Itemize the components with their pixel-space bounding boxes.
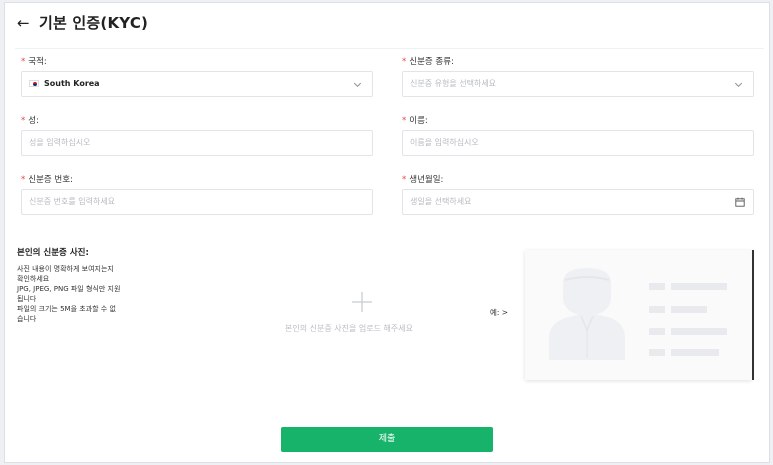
birth-date-picker[interactable]: 생일을 선택하세요 <box>402 189 754 215</box>
description-line: 사진 내용이 명확하게 보여지는지 <box>17 265 114 273</box>
first-name-placeholder: 이름을 입력하십시오 <box>410 138 479 147</box>
id-type-label: * 신분증 종류: <box>402 57 454 67</box>
id-type-placeholder: 신분증 유형을 선택하세요 <box>410 79 497 88</box>
id-type-select[interactable]: 신분증 유형을 선택하세요 <box>402 71 754 97</box>
plus-icon[interactable] <box>350 290 374 314</box>
arrow-left-icon[interactable]: ← <box>17 13 33 33</box>
id-number-label: * 신분증 번호: <box>21 175 73 185</box>
page-title: 기본 인증(KYC) <box>39 14 149 32</box>
description-line: JPG, JPEG, PNG 파일 형식만 지원 <box>17 285 121 293</box>
id-number-placeholder: 신분증 번호를 입력하세요 <box>29 197 116 206</box>
id-photo-description: 사진 내용이 명확하게 보여지는지 확인하세요 JPG, JPEG, PNG 파… <box>17 264 135 324</box>
example-label: 예: > <box>490 308 509 317</box>
chevron-down-icon <box>734 82 743 88</box>
description-line: 확인하세요 <box>17 275 50 283</box>
description-line: 파일의 크기는 5M을 초과할 수 없 <box>17 305 116 313</box>
id-photo-title: 본인의 신분증 사진: <box>17 248 89 258</box>
scrollbar[interactable] <box>752 250 754 380</box>
birth-date-label: * 생년월일: <box>402 175 444 185</box>
page-header: ← 기본 인증(KYC) <box>5 3 769 47</box>
birth-date-placeholder: 생일을 선택하세요 <box>410 197 472 206</box>
id-number-input[interactable]: 신분증 번호를 입력하세요 <box>21 189 373 215</box>
calendar-icon[interactable] <box>735 197 745 207</box>
nationality-value: South Korea <box>44 79 100 88</box>
submit-button[interactable]: 제출 <box>281 427 493 452</box>
last-name-input[interactable]: 성을 입력하십시오 <box>21 130 373 156</box>
first-name-input[interactable]: 이름을 입력하십시오 <box>402 130 754 156</box>
id-card-text-lines <box>649 283 727 356</box>
description-line: 습니다 <box>17 315 37 323</box>
upload-hint[interactable]: 본인의 신분증 사진을 업로드 해주세요 <box>285 323 413 334</box>
chevron-down-icon <box>353 82 362 88</box>
description-line: 됩니다 <box>17 295 37 303</box>
last-name-placeholder: 성을 입력하십시오 <box>29 138 91 147</box>
nationality-select[interactable]: South Korea <box>21 71 373 97</box>
south-korea-flag-icon <box>29 80 39 87</box>
first-name-label: * 이름: <box>402 116 428 126</box>
nationality-label: * 국적: <box>21 57 47 67</box>
id-card-illustration <box>549 268 727 360</box>
sample-id-card <box>525 250 752 380</box>
last-name-label: * 성: <box>21 116 39 126</box>
